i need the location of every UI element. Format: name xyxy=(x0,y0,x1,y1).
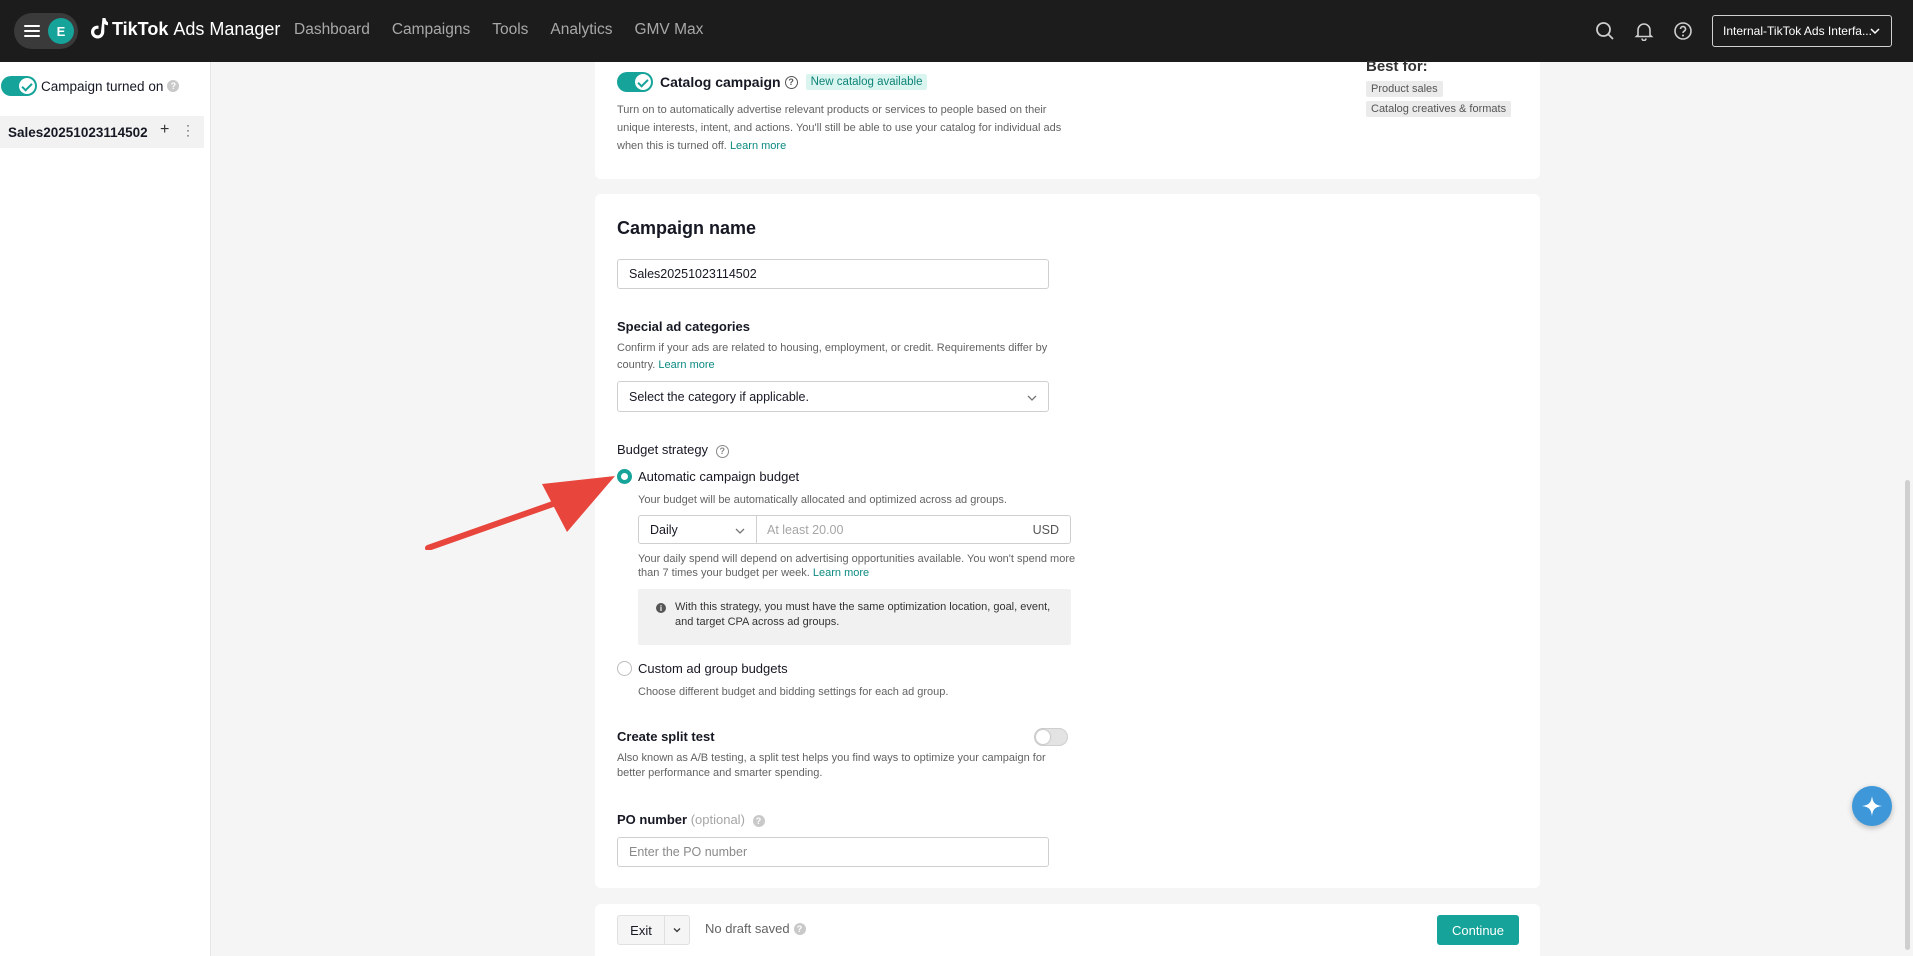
question-icon[interactable]: ? xyxy=(793,922,806,935)
po-number-label: PO number (optional) ? xyxy=(617,812,765,827)
chevron-down-icon xyxy=(735,528,745,534)
spend-note: Your daily spend will depend on advertis… xyxy=(638,552,1078,580)
catalog-toggle[interactable] xyxy=(617,72,653,92)
draft-status: No draft saved ? xyxy=(705,921,806,936)
help-icon[interactable] xyxy=(1671,19,1695,43)
avatar[interactable]: E xyxy=(48,18,74,44)
split-test-label: Create split test xyxy=(617,729,715,744)
automatic-budget-desc: Your budget will be automatically alloca… xyxy=(638,494,1007,506)
split-test-toggle[interactable] xyxy=(1034,728,1068,746)
campaign-status-row: Campaign turned on ? xyxy=(1,76,180,96)
search-icon[interactable] xyxy=(1593,19,1617,43)
spend-learn-more-link[interactable]: Learn more xyxy=(813,567,869,579)
nav-tools[interactable]: Tools xyxy=(492,21,528,39)
exit-button-group: Exit xyxy=(617,915,690,945)
nav-analytics[interactable]: Analytics xyxy=(550,21,612,39)
campaign-sidebar: Campaign turned on ? Sales20251023114502… xyxy=(0,62,211,956)
brand-suffix: Ads Manager xyxy=(173,18,281,39)
po-optional-text: (optional) xyxy=(690,812,745,827)
sidebar-campaign-name: Sales20251023114502 xyxy=(8,124,148,140)
campaign-name-input[interactable]: Sales20251023114502 xyxy=(617,259,1049,289)
top-icon-group xyxy=(1593,19,1710,43)
campaign-status-toggle[interactable] xyxy=(1,76,37,96)
exit-dropdown-button[interactable] xyxy=(665,916,689,944)
main-nav: Dashboard Campaigns Tools Analytics GMV … xyxy=(294,21,725,39)
account-selector[interactable]: Internal-TikTok Ads Interfa... xyxy=(1712,15,1892,47)
special-learn-more-link[interactable]: Learn more xyxy=(658,359,714,371)
catalog-learn-more-link[interactable]: Learn more xyxy=(730,140,786,152)
account-label: Internal-TikTok Ads Interfa... xyxy=(1723,24,1872,38)
menu-account-pill[interactable]: E xyxy=(14,13,78,49)
po-number-text: PO number xyxy=(617,812,688,827)
brand-name: TikTok xyxy=(112,18,169,39)
bell-icon[interactable] xyxy=(1632,19,1656,43)
continue-button[interactable]: Continue xyxy=(1437,915,1519,945)
chevron-down-icon xyxy=(1870,28,1880,35)
best-for-heading: Best for: xyxy=(1366,58,1428,75)
catalog-description-text: Turn on to automatically advertise relev… xyxy=(617,104,1062,152)
budget-input-group: Daily At least 20.00 USD xyxy=(638,515,1071,544)
campaign-settings-card: Campaign name Sales20251023114502 Specia… xyxy=(595,194,1540,888)
annotation-arrow-icon xyxy=(425,476,615,550)
custom-budget-radio[interactable] xyxy=(617,661,632,676)
budget-currency: USD xyxy=(1032,522,1059,537)
question-icon[interactable]: ? xyxy=(752,815,765,827)
custom-budget-desc: Choose different budget and bidding sett… xyxy=(638,686,949,698)
strategy-info-text: With this strategy, you must have the sa… xyxy=(675,601,1051,628)
catalog-description: Turn on to automatically advertise relev… xyxy=(617,101,1067,155)
plus-icon[interactable]: + xyxy=(160,121,169,139)
info-icon: i xyxy=(656,603,666,613)
special-select-placeholder: Select the category if applicable. xyxy=(629,389,809,404)
budget-period-select[interactable]: Daily xyxy=(639,516,757,543)
question-icon[interactable]: ? xyxy=(715,444,729,458)
page-scrollbar[interactable] xyxy=(1905,480,1910,950)
sidebar-item-campaign[interactable]: Sales20251023114502 + · · · xyxy=(0,116,204,148)
chevron-down-icon xyxy=(673,928,681,933)
best-for-tag: Catalog creatives & formats xyxy=(1366,101,1512,117)
top-navigation-bar: E TikTok Ads Manager Dashboard Campaigns… xyxy=(0,0,1913,62)
more-vertical-icon[interactable]: · · · xyxy=(186,119,190,141)
nav-dashboard[interactable]: Dashboard xyxy=(294,21,370,39)
sparkle-icon xyxy=(1862,796,1882,816)
new-catalog-badge: New catalog available xyxy=(805,74,928,90)
exit-button[interactable]: Exit xyxy=(618,916,665,944)
campaign-name-heading: Campaign name xyxy=(617,218,757,238)
question-icon[interactable]: ? xyxy=(167,80,180,92)
budget-period-value: Daily xyxy=(650,522,678,537)
hamburger-menu-icon[interactable] xyxy=(24,25,40,37)
question-icon[interactable]: ? xyxy=(784,75,798,89)
tiktok-logo-icon xyxy=(91,18,108,39)
chevron-down-icon xyxy=(1027,395,1037,401)
automatic-budget-label[interactable]: Automatic campaign budget xyxy=(638,469,799,484)
custom-budget-label[interactable]: Custom ad group budgets xyxy=(638,661,788,676)
split-test-desc: Also known as A/B testing, a split test … xyxy=(617,752,1046,779)
budget-strategy-text: Budget strategy xyxy=(617,442,709,457)
budget-strategy-label: Budget strategy ? xyxy=(617,442,729,458)
special-ad-categories-select[interactable]: Select the category if applicable. xyxy=(617,381,1049,412)
special-ad-categories-label: Special ad categories xyxy=(617,319,750,334)
po-number-input[interactable]: Enter the PO number xyxy=(617,837,1049,867)
budget-amount-input[interactable]: At least 20.00 xyxy=(757,516,1033,543)
catalog-card: Catalog campaign ? New catalog available… xyxy=(595,58,1540,179)
special-ad-categories-desc: Confirm if your ads are related to housi… xyxy=(617,340,1057,374)
footer-bar: Exit No draft saved ? Continue xyxy=(595,904,1540,956)
best-for-tag: Product sales xyxy=(1366,81,1443,97)
draft-status-text: No draft saved xyxy=(705,921,790,936)
brand-logo[interactable]: TikTok Ads Manager xyxy=(90,18,280,40)
nav-campaigns[interactable]: Campaigns xyxy=(392,21,470,39)
best-for-panel: Best for: Product sales Catalog creative… xyxy=(1366,58,1512,117)
nav-gmv-max[interactable]: GMV Max xyxy=(634,21,703,39)
catalog-row: Catalog campaign ? New catalog available xyxy=(617,72,928,92)
campaign-status-label: Campaign turned on xyxy=(41,78,164,94)
assistant-fab-button[interactable] xyxy=(1852,786,1892,826)
strategy-info-box: i With this strategy, you must have the … xyxy=(638,589,1071,645)
catalog-title: Catalog campaign xyxy=(660,74,781,90)
